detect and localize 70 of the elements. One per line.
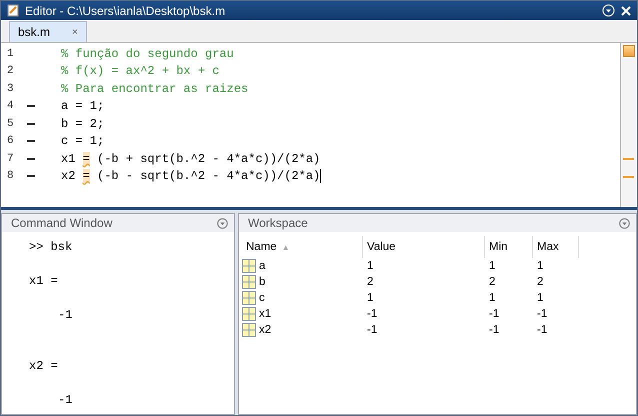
matrix-icon [242, 307, 256, 321]
table-cell: 2 [489, 276, 496, 288]
document-icon [7, 4, 19, 17]
sort-arrow: ▲ [282, 242, 290, 252]
line-number: 4 [6, 100, 15, 112]
breakpoint-dash[interactable] [27, 105, 35, 108]
table-cell: x1 [259, 308, 272, 320]
matrix-icon [242, 323, 256, 337]
console-line: -1 [57, 393, 74, 407]
code-text: x2 [61, 169, 76, 184]
tab-label: bsk.m [18, 25, 50, 39]
line-number: 7 [6, 152, 15, 165]
table-cell: a [259, 260, 266, 272]
code-text: c = 1; [61, 134, 104, 148]
column-label: Value [367, 241, 396, 253]
breakpoint-dash[interactable] [27, 122, 35, 125]
code-comment: % f(x) = ax^2 + bx + c [61, 64, 220, 78]
table-cell: -1 [367, 308, 378, 320]
table-cell: 1 [537, 260, 544, 272]
panel-title: Workspace [248, 216, 308, 230]
table-cell: b [259, 276, 266, 288]
breakpoint-dash[interactable] [27, 140, 35, 142]
breakpoint-dash[interactable] [27, 175, 35, 178]
table-cell: c [259, 292, 265, 304]
console-line: >> bsk [29, 240, 74, 254]
column-label: Name [246, 241, 277, 253]
code-comment: % função do segundo grau [61, 46, 234, 61]
code-text: (-b - sqrt(b.^2 - 4*a*c))/(2*a) [96, 169, 320, 184]
warning-marker[interactable] [623, 176, 634, 178]
table-cell: 2 [367, 276, 374, 288]
line-number: 6 [6, 135, 15, 148]
flagged-code: = [82, 169, 90, 184]
line-number: 3 [6, 82, 15, 95]
file-tab[interactable]: bsk.m × [9, 21, 87, 42]
table-cell: -1 [489, 308, 500, 320]
matrix-icon [242, 275, 256, 289]
tab-close[interactable]: × [72, 26, 78, 38]
table-cell: 1 [367, 292, 374, 304]
line-number: 8 [6, 170, 15, 182]
console-line: x2 = [29, 359, 59, 373]
table-cell: 1 [489, 292, 496, 304]
console-line: -1 [57, 308, 74, 322]
table-cell: 1 [537, 292, 544, 304]
panel-title: Command Window [11, 216, 112, 230]
column-label: Min [489, 241, 508, 253]
line-number: 5 [6, 118, 15, 130]
breakpoint-dash[interactable] [27, 158, 35, 160]
line-number: 1 [6, 48, 15, 60]
line-number: 2 [6, 65, 15, 78]
table-cell: 1 [367, 260, 374, 272]
column-label: Max [537, 241, 559, 253]
table-cell: -1 [367, 324, 378, 336]
table-cell: 2 [537, 276, 544, 288]
flagged-code: = [82, 152, 90, 166]
matrix-icon [242, 259, 256, 273]
code-text: x1 [61, 152, 76, 166]
table-cell: -1 [537, 308, 548, 320]
code-comment: % Para encontrar as raizes [61, 82, 248, 96]
close-icon[interactable] [621, 6, 631, 16]
code-text: (-b + sqrt(b.^2 - 4*a*c))/(2*a) [96, 152, 320, 166]
table-cell: 1 [489, 260, 496, 272]
table-cell: x2 [259, 324, 272, 336]
console-line: x1 = [29, 274, 59, 288]
warning-marker[interactable] [623, 158, 634, 160]
table-cell: -1 [489, 324, 500, 336]
table-cell: -1 [537, 324, 548, 336]
window-title: Editor - C:\Users\ianla\Desktop\bsk.m [25, 4, 226, 18]
code-text: b = 2; [61, 116, 104, 131]
code-text: a = 1; [61, 99, 104, 114]
matrix-icon [242, 291, 256, 305]
